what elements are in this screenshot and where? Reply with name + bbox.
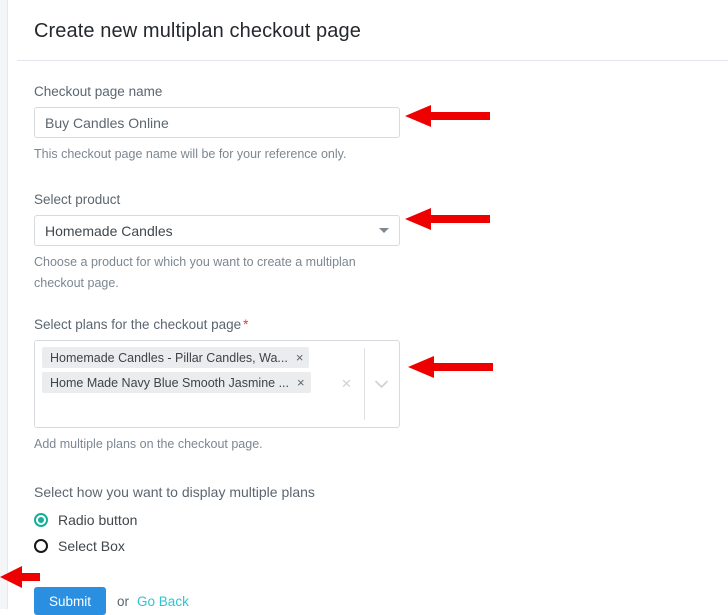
radio-icon-selected [34,513,48,527]
display-mode-radio-group: Radio button Select Box [34,507,728,559]
select-plans-label-text: Select plans for the checkout page [34,317,242,332]
plans-multiselect-controls: × [329,341,399,427]
plan-chip[interactable]: Homemade Candles - Pillar Candles, Wa...… [42,347,310,368]
select-plans-help: Add multiple plans on the checkout page. [34,437,263,451]
go-back-link[interactable]: Go Back [137,594,189,609]
clear-all-icon[interactable]: × [330,374,364,394]
checkout-page-name-label: Checkout page name [34,84,163,99]
product-select-value: Homemade Candles [45,222,173,239]
plan-chip-label: Home Made Navy Blue Smooth Jasmine ... [50,375,289,390]
plan-chip-remove-icon[interactable]: × [296,351,304,364]
radio-option-label: Select Box [58,538,125,554]
plans-multiselect[interactable]: Homemade Candles - Pillar Candles, Wa...… [34,340,400,428]
plan-chip-label: Homemade Candles - Pillar Candles, Wa... [50,350,288,365]
radio-option-radio-button[interactable]: Radio button [34,507,728,533]
radio-option-label: Radio button [58,512,138,528]
select-product-help: Choose a product for which you want to c… [34,255,356,290]
page-left-gutter [0,0,8,609]
radio-icon-unselected [34,539,48,553]
form-actions: Submit or Go Back [34,587,728,615]
required-asterisk: * [243,317,249,332]
field-display-mode: Select how you want to display multiple … [34,483,728,559]
product-select-wrap: Homemade Candles [34,215,400,246]
panel-header: Create new multiplan checkout page [9,0,728,60]
submit-button[interactable]: Submit [34,587,107,615]
checkout-page-name-input[interactable] [34,107,400,138]
select-product-label: Select product [34,192,121,207]
caret-down-icon [379,228,389,233]
plans-selected-values: Homemade Candles - Pillar Candles, Wa...… [35,341,329,427]
checkout-page-form-panel: Create new multiplan checkout page Check… [9,0,728,615]
plan-chip[interactable]: Home Made Navy Blue Smooth Jasmine ... × [42,372,311,393]
select-plans-label: Select plans for the checkout page * [34,316,728,334]
field-select-plans: Select plans for the checkout page * Home… [34,316,728,455]
or-label: or [117,593,130,609]
chevron-down-icon[interactable] [365,380,399,389]
plan-chip-remove-icon[interactable]: × [297,376,305,389]
display-mode-label: Select how you want to display multiple … [34,484,315,500]
field-checkout-page-name: Checkout page name This checkout page na… [34,83,728,165]
radio-option-select-box[interactable]: Select Box [34,533,728,559]
page-title: Create new multiplan checkout page [34,20,361,42]
product-select[interactable]: Homemade Candles [34,215,400,246]
multiplan-checkout-form: Checkout page name This checkout page na… [9,61,728,615]
checkout-page-name-help: This checkout page name will be for your… [34,147,347,161]
field-select-product: Select product Homemade Candles Choose a… [34,191,728,294]
